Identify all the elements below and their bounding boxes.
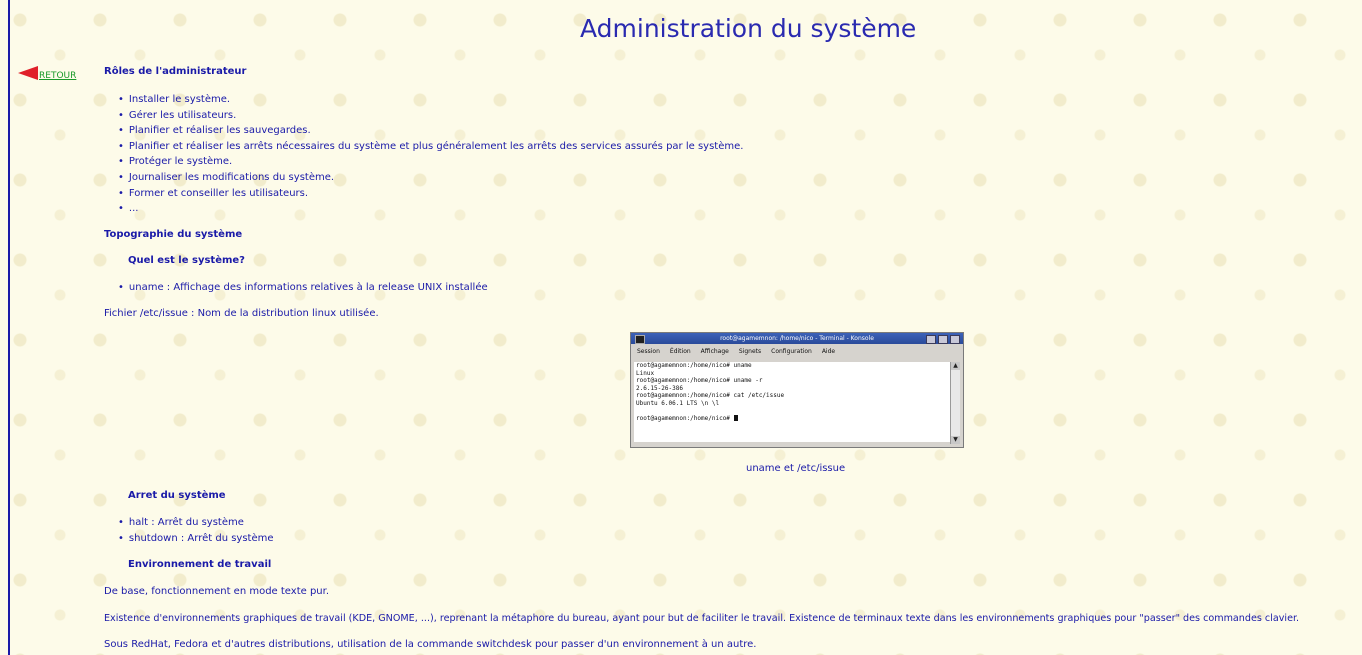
list-item: Journaliser les modifications du système… <box>118 170 743 186</box>
maximize-icon <box>938 335 948 344</box>
uname-list: uname : Affichage des informations relat… <box>118 280 488 296</box>
back-link-label[interactable]: RETOUR <box>39 71 76 81</box>
terminal-line: root@agamemnon:/home/nico# uname -r <box>636 377 763 385</box>
image-caption: uname et /etc/issue <box>746 463 846 474</box>
environment-paragraph-1: De base, fonctionnement en mode texte pu… <box>104 586 330 597</box>
terminal-menu-item: Édition <box>669 348 691 355</box>
cursor-icon <box>733 415 738 422</box>
environment-paragraph-3: Sous RedHat, Fedora et d'autres distribu… <box>104 639 757 650</box>
terminal-line: root@agamemnon:/home/nico# cat /etc/issu… <box>636 392 785 400</box>
list-item: uname : Affichage des informations relat… <box>118 280 488 296</box>
roles-list: Installer le système. Gérer les utilisat… <box>118 92 744 217</box>
terminal-title: root@agamemnon: /home/nico - Terminal - … <box>720 335 874 342</box>
issue-text: Fichier /etc/issue : Nom de la distribut… <box>104 308 379 319</box>
close-icon <box>950 335 960 344</box>
environment-paragraph-2: Existence d'environnements graphiques de… <box>104 613 1300 624</box>
terminal-scrollbar: ▲ ▼ <box>950 362 960 444</box>
stop-list: halt : Arrêt du système shutdown : Arrêt… <box>118 515 274 546</box>
terminal-menu-item: Session <box>637 348 660 355</box>
list-item: Installer le système. <box>118 92 743 108</box>
list-item: halt : Arrêt du système <box>118 515 274 531</box>
terminal-output: root@agamemnon:/home/nico# uname Linux r… <box>634 362 952 442</box>
minimize-icon <box>926 335 936 344</box>
terminal-icon <box>635 335 645 344</box>
scroll-up-icon: ▲ <box>951 362 960 370</box>
list-item: Gérer les utilisateurs. <box>118 108 743 124</box>
list-item: shutdown : Arrêt du système <box>118 531 274 547</box>
terminal-prompt: root@agamemnon:/home/nico# <box>636 415 734 423</box>
page-title: Administration du système <box>580 14 917 43</box>
terminal-line: 2.6.15-26-386 <box>636 384 683 392</box>
terminal-line: Linux <box>636 369 655 377</box>
back-arrow-icon[interactable] <box>18 66 38 80</box>
scroll-down-icon: ▼ <box>951 436 960 444</box>
back-link[interactable]: RETOUR <box>18 65 76 81</box>
list-item: Planifier et réaliser les arrêts nécessa… <box>118 139 744 155</box>
window-controls <box>926 335 960 344</box>
list-item: Planifier et réaliser les sauvegardes. <box>118 123 743 139</box>
terminal-menu-item: Aide <box>821 348 836 355</box>
terminal-prompt-line: root@agamemnon:/home/nico# <box>636 415 952 423</box>
list-item: Protéger le système. <box>118 154 743 170</box>
list-item: Former et conseiller les utilisateurs. <box>118 186 743 202</box>
terminal-menu-item: Affichage <box>700 348 729 355</box>
terminal-screenshot: root@agamemnon: /home/nico - Terminal - … <box>630 332 964 448</box>
page: Administration du système RETOUR Rôles d… <box>0 0 1362 655</box>
terminal-line: root@agamemnon:/home/nico# uname <box>636 362 752 369</box>
stop-heading: Arret du système <box>128 490 226 501</box>
terminal-menu-item: Configuration <box>771 348 812 355</box>
terminal-menu-item: Signets <box>738 348 762 355</box>
environment-heading: Environnement de travail <box>128 559 272 570</box>
which-system-heading: Quel est le système? <box>128 255 245 266</box>
terminal-titlebar: root@agamemnon: /home/nico - Terminal - … <box>631 333 963 344</box>
topography-heading: Topographie du système <box>104 229 243 240</box>
roles-heading: Rôles de l'administrateur <box>104 66 247 77</box>
terminal-menubar: Session Édition Affichage Signets Config… <box>631 344 963 360</box>
terminal-line: Ubuntu 6.06.1 LTS \n \l <box>636 399 720 407</box>
list-item: ... <box>118 201 743 217</box>
